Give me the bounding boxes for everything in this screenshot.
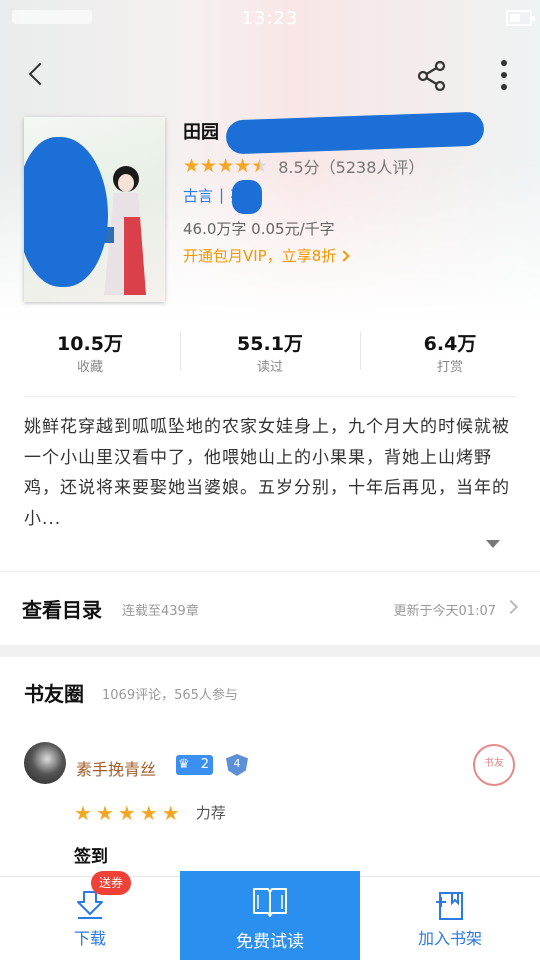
star-icon: ★ [234,155,252,177]
rating-row: ★ ★ ★ ★ ★ 8.5分（5238人评） [183,155,424,177]
community-header[interactable]: 书友圈 1069评论，565人参与 [0,676,540,706]
book-open-icon [253,888,287,917]
download-button[interactable]: 送券 下载 [0,871,180,960]
more-icon[interactable] [490,56,518,94]
level-badge: 2 [176,755,213,775]
coupon-badge: 送券 [91,871,132,895]
free-trial-label: 免费试读 [236,932,304,952]
half-star-icon: ★ [251,155,269,177]
community-stats: 1069评论，565人参与 [102,688,238,703]
stat-value: 55.1万 [237,333,303,355]
download-label: 下载 [73,929,106,948]
word-count: 46.0万字 0.05元/千字 [183,220,335,238]
stat-value: 6.4万 [423,333,477,355]
free-trial-button[interactable]: 免费试读 [180,871,360,960]
genre-link[interactable]: 古言 [183,185,213,206]
add-to-shelf-icon [436,892,463,920]
book-cover[interactable] [24,117,165,302]
divider [0,571,540,572]
section-gap [0,645,540,657]
book-stats: 10.5万 收藏 55.1万 读过 6.4万 打赏 [0,330,540,390]
star-icon: ★ [200,155,218,177]
rating-stars: ★ ★ ★ ★ ★ [183,156,268,176]
battery-icon [506,10,535,26]
stat-favorites: 10.5万 收藏 [0,330,180,390]
expand-caret-icon[interactable] [486,540,500,548]
back-icon[interactable] [20,60,56,90]
status-time: 13:23 [241,8,299,29]
star-icon: ★ [117,800,136,825]
author-redaction [232,180,262,214]
add-to-shelf-label: 加入书架 [417,929,482,948]
avatar[interactable] [24,742,66,784]
vip-offer-text: 开通包月VIP，立享8折 [183,247,337,265]
share-icon[interactable] [414,58,450,94]
chevron-right-icon [338,249,350,262]
stat-label: 打赏 [436,360,463,375]
separator: | [219,186,225,204]
star-icon: ★ [161,800,180,825]
stat-tips: 6.4万 打赏 [360,330,540,390]
rating-text: 8.5分（5238人评） [278,158,425,177]
stat-label: 读过 [256,360,283,375]
stat-value: 10.5万 [57,333,123,355]
stat-label: 收藏 [76,360,103,375]
vip-offer-link[interactable]: 开通包月VIP，立享8折 [183,245,350,266]
star-icon: ★ [74,800,92,825]
comment-body[interactable]: 签到 [74,842,108,867]
catalog-row[interactable]: 查看目录 连载至439章 更新于今天01:07 [0,586,540,632]
divider [24,396,516,397]
recommend-label: 力荐 [195,804,226,822]
chevron-right-icon [503,599,519,615]
comment-username[interactable]: 素手挽青丝 [76,756,156,780]
star-icon: ★ [139,800,158,825]
book-intro[interactable]: 姚鲜花穿越到呱呱坠地的农家女娃身上，九个月大的时候就被一个小山里汉看中了，他喂她… [24,412,518,534]
star-icon: ★ [217,155,235,177]
catalog-title: 查看目录 [22,598,102,622]
chapter-count: 连载至439章 [122,604,199,619]
star-icon: ★ [95,800,114,825]
stat-read: 55.1万 读过 [180,330,360,390]
comment-rating: ★ ★ ★ ★ ★ 力荐 [74,802,226,823]
add-to-shelf-button[interactable]: 加入书架 [360,877,540,960]
stamp-badge: 书友 [473,744,515,786]
update-time: 更新于今天01:07 [393,604,496,619]
community-title: 书友圈 [24,682,84,706]
bottom-action-bar: 送券 下载 免费试读 加入书架 [0,871,540,960]
shield-badge: 4 [226,754,248,776]
star-icon: ★ [183,155,201,177]
status-bar: 13:23 [0,0,540,38]
top-nav [0,50,540,100]
